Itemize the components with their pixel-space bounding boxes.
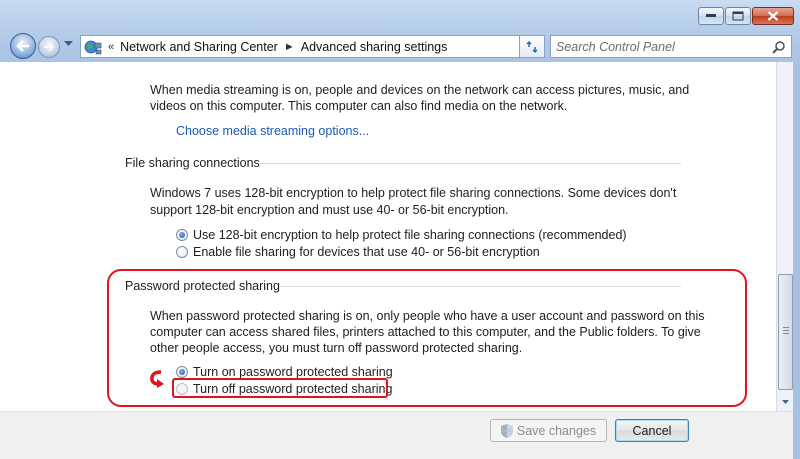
minimize-icon bbox=[706, 14, 716, 17]
cancel-label: Cancel bbox=[632, 423, 672, 438]
thumb-grip-line bbox=[783, 327, 789, 328]
caption-buttons bbox=[697, 7, 794, 25]
cancel-button[interactable]: Cancel bbox=[615, 419, 689, 442]
search-icon[interactable] bbox=[772, 40, 786, 54]
radio-128-bit-encryption[interactable]: Use 128-bit encryption to help protect f… bbox=[176, 227, 627, 243]
search-input[interactable] bbox=[551, 36, 761, 57]
uac-shield-icon bbox=[500, 423, 513, 438]
scroll-down-button[interactable] bbox=[777, 394, 794, 411]
maximize-icon bbox=[732, 11, 744, 21]
highlight-option-outline bbox=[172, 378, 388, 398]
breadcrumb-network-sharing-center[interactable]: Network and Sharing Center bbox=[120, 40, 278, 54]
save-changes-button[interactable]: Save changes bbox=[490, 419, 607, 442]
file-sharing-description-line1: Windows 7 uses 128-bit encryption to hel… bbox=[150, 186, 677, 200]
refresh-icon bbox=[526, 40, 538, 54]
maximize-button[interactable] bbox=[725, 7, 751, 25]
settings-content: When media streaming is on, people and d… bbox=[0, 62, 776, 411]
forward-button[interactable] bbox=[38, 36, 60, 58]
back-button[interactable] bbox=[10, 33, 36, 59]
file-sharing-title: File sharing connections bbox=[125, 156, 260, 170]
save-changes-label: Save changes bbox=[516, 423, 597, 438]
refresh-button[interactable] bbox=[519, 35, 545, 58]
address-bar[interactable]: « Network and Sharing Center ► Advanced … bbox=[80, 35, 520, 58]
radio-label: Enable file sharing for devices that use… bbox=[193, 245, 540, 259]
search-box[interactable] bbox=[550, 35, 792, 58]
breadcrumb-advanced-sharing[interactable]: Advanced sharing settings bbox=[301, 40, 448, 54]
back-arrow-icon bbox=[16, 40, 29, 52]
curved-arrow-icon bbox=[150, 370, 164, 388]
forward-arrow-icon bbox=[44, 42, 55, 52]
radio-button-checked[interactable] bbox=[176, 229, 188, 241]
vertical-scrollbar[interactable] bbox=[776, 62, 793, 411]
media-description-line2: videos on this computer. This computer c… bbox=[150, 99, 568, 113]
media-streaming-options-link[interactable]: Choose media streaming options... bbox=[176, 122, 369, 140]
window-border-right bbox=[793, 62, 800, 459]
breadcrumb-separator-icon[interactable]: ► bbox=[284, 41, 295, 53]
button-bar: Save changes Cancel bbox=[0, 411, 793, 459]
radio-40-56-bit-encryption[interactable]: Enable file sharing for devices that use… bbox=[176, 244, 540, 260]
minimize-button[interactable] bbox=[698, 7, 724, 25]
recent-pages-chevron-icon[interactable] bbox=[64, 41, 73, 47]
close-icon bbox=[767, 11, 779, 21]
thumb-grip-line bbox=[783, 333, 789, 334]
scrollbar-thumb[interactable] bbox=[778, 274, 793, 390]
breadcrumb-overflow[interactable]: « bbox=[108, 41, 114, 53]
radio-label: Use 128-bit encryption to help protect f… bbox=[193, 228, 627, 242]
thumb-grip-line bbox=[783, 330, 789, 331]
file-sharing-description-line2: support 128-bit encryption and must use … bbox=[150, 203, 509, 217]
chevron-down-icon bbox=[782, 400, 789, 404]
navigation-bar: « Network and Sharing Center ► Advanced … bbox=[0, 32, 800, 60]
radio-button[interactable] bbox=[176, 246, 188, 258]
network-globe-icon bbox=[84, 40, 102, 54]
close-button[interactable] bbox=[752, 7, 794, 25]
file-sharing-divider bbox=[260, 163, 681, 164]
